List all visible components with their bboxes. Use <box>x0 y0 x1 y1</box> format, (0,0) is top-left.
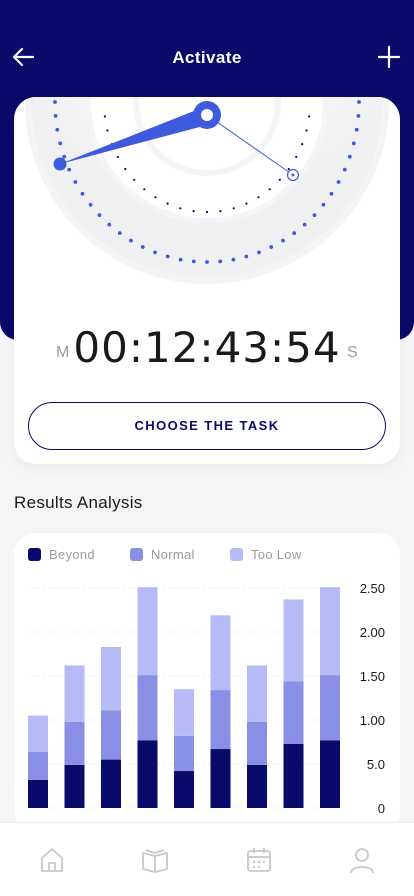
bar-segment-beyond <box>247 764 267 808</box>
legend-item-normal: Normal <box>130 546 195 562</box>
legend-label: Normal <box>151 547 195 563</box>
y-tick-label: 2.50 <box>360 581 385 596</box>
bar-segment-beyond <box>174 771 194 808</box>
profile-icon[interactable] <box>347 845 377 875</box>
legend-item-beyond: Beyond <box>28 546 95 562</box>
bar-segment-too-low <box>101 646 121 711</box>
bar-segment-too-low <box>210 615 231 691</box>
y-tick-label: 1.50 <box>360 669 385 684</box>
timer-value: 00:12:43:54 <box>73 323 341 372</box>
page-title: Activate <box>172 48 242 67</box>
bar-segment-too-low <box>247 665 267 722</box>
bar-segment-beyond <box>101 759 121 808</box>
legend-label: Too Low <box>251 547 302 563</box>
bar-segment-too-low <box>137 587 158 676</box>
seconds-label: S <box>347 344 358 361</box>
stacked-bar-chart: 0 5.0 1.00 1.50 2.00 2.50 <box>28 581 385 816</box>
legend-swatch <box>28 548 41 562</box>
bar-segment-beyond <box>320 740 340 808</box>
bar-segment-normal <box>320 675 340 741</box>
bar-segment-normal <box>247 721 267 765</box>
bar-segment-beyond <box>28 779 48 808</box>
y-tick-label: 0 <box>378 801 385 816</box>
choose-task-button[interactable]: CHOOSE THE TASK <box>28 402 386 450</box>
legend-label: Beyond <box>49 547 95 563</box>
book-icon[interactable] <box>140 845 170 875</box>
bar-segment-normal <box>174 735 194 772</box>
plus-icon[interactable] <box>376 44 402 70</box>
bar-segment-normal <box>28 751 48 780</box>
bar-segment-too-low <box>28 715 48 752</box>
results-title: Results Analysis <box>14 493 143 512</box>
bar-segment-too-low <box>174 689 194 736</box>
timer-card: M 00:12:43:54 S CHOOSE THE TASK <box>14 97 400 464</box>
bar-segment-normal <box>137 675 158 741</box>
bar-segment-beyond <box>283 743 304 808</box>
bar-segment-normal <box>101 710 121 760</box>
results-chart-card: 0 5.0 1.00 1.50 2.00 2.50 Beyond Normal Too Low <box>14 533 400 833</box>
bar-segment-beyond <box>137 740 158 808</box>
y-tick-label: 2.00 <box>360 625 385 640</box>
calendar-icon[interactable] <box>244 845 274 875</box>
bar-segment-too-low <box>320 587 340 676</box>
bottom-tab-bar <box>0 822 414 896</box>
legend-swatch <box>130 548 143 562</box>
top-bar: Activate <box>0 36 414 80</box>
minute-hand-end <box>53 157 67 171</box>
clock-dial[interactable] <box>14 97 400 327</box>
bar-segment-normal <box>283 681 304 744</box>
legend-swatch <box>230 548 243 562</box>
legend-item-too-low: Too Low <box>230 546 302 562</box>
bar-segment-too-low <box>64 665 85 722</box>
timer-readout: M 00:12:43:54 S <box>14 321 400 377</box>
bar-segment-normal <box>64 721 85 765</box>
bar-segment-normal <box>210 690 231 750</box>
bar-segment-beyond <box>64 764 85 808</box>
home-icon[interactable] <box>37 845 67 875</box>
y-tick-label: 5.0 <box>367 757 385 772</box>
bar-segment-too-low <box>283 599 304 682</box>
y-tick-label: 1.00 <box>360 713 385 728</box>
bar-segment-beyond <box>210 749 231 808</box>
